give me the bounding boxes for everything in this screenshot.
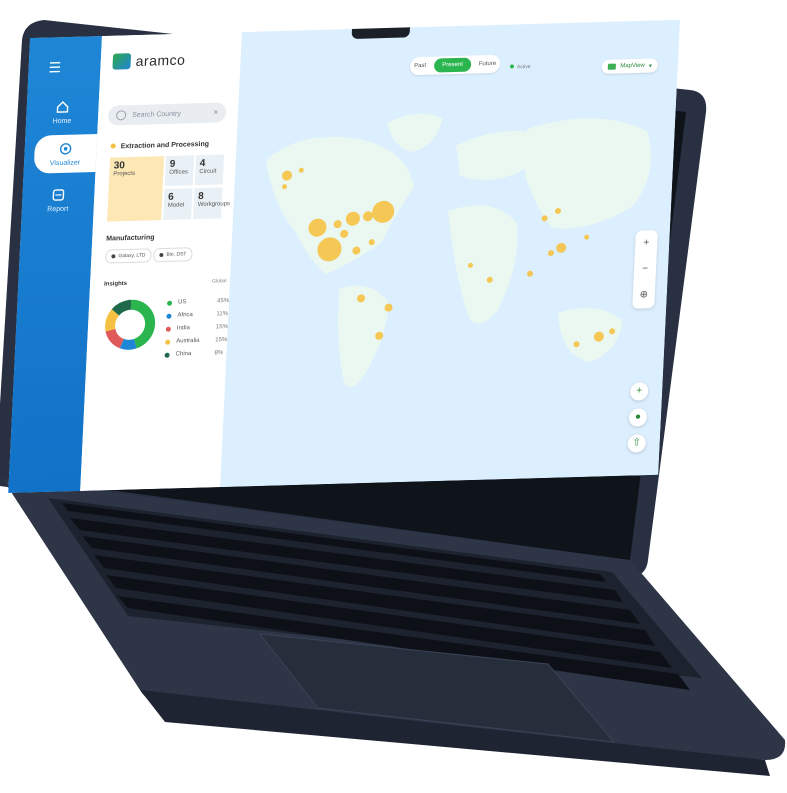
toggle-past[interactable]: Past xyxy=(414,63,426,69)
status-dot-icon xyxy=(110,143,116,149)
live-indicator: Active xyxy=(509,64,531,71)
tile-workgroups[interactable]: 8 Workgroups xyxy=(193,187,230,220)
brand-name: aramco xyxy=(135,51,186,70)
search-input[interactable]: Search Country × xyxy=(107,102,227,126)
rail-item-visualizer[interactable]: Visualizer xyxy=(33,133,98,174)
rail-item-label: Home xyxy=(52,117,72,126)
hamburger-icon[interactable]: ☰ xyxy=(48,59,61,76)
insights-scope: Global xyxy=(211,278,227,285)
map-icon xyxy=(608,63,617,70)
home-icon xyxy=(56,101,69,113)
map-type-dropdown[interactable]: MapView ▾ xyxy=(601,58,659,74)
legend-value: 15% xyxy=(215,337,228,344)
tile-projects[interactable]: 30 Projects xyxy=(107,156,165,222)
chip-galaxy[interactable]: Galaxy, LTD xyxy=(105,248,152,264)
world-map[interactable]: Past Present Future Active MapView ▾ + −… xyxy=(220,19,680,488)
chevron-down-icon: ▾ xyxy=(648,63,652,70)
legend-value: 8% xyxy=(214,350,224,357)
tile-model[interactable]: 6 Model xyxy=(163,188,193,221)
report-icon xyxy=(52,189,65,201)
tile-offices[interactable]: 9 Offices xyxy=(164,155,195,187)
toggle-present[interactable]: Present xyxy=(433,57,472,73)
aramco-logo-icon xyxy=(112,53,132,70)
time-toggle[interactable]: Past Present Future xyxy=(409,54,501,76)
insights-donut-chart xyxy=(105,299,156,350)
rail-item-label: Visualizer xyxy=(49,159,81,168)
map-markers xyxy=(282,167,616,348)
rail-item-label: Report xyxy=(47,205,69,214)
rail-item-report[interactable]: Report xyxy=(22,186,95,214)
search-icon xyxy=(115,110,127,121)
extraction-title: Extraction and Processing xyxy=(110,141,209,151)
legend-item: Africa xyxy=(166,312,193,319)
globe-icon[interactable]: ⊕ xyxy=(632,282,655,309)
rail-item-home[interactable]: Home xyxy=(26,98,99,126)
manufacturing-title: Manufacturing xyxy=(106,234,155,243)
side-panel: aramco Search Country × Extraction and P… xyxy=(80,32,242,491)
search-placeholder: Search Country xyxy=(131,110,181,119)
zoom-in-button[interactable]: + xyxy=(635,230,658,257)
legend-item: China xyxy=(164,351,191,358)
chip-bio[interactable]: Bio, DST xyxy=(153,247,193,263)
laptop-screen: ☰ Home Visualizer Report aramco Search C… xyxy=(8,19,681,494)
toggle-future[interactable]: Future xyxy=(479,61,497,67)
clear-icon[interactable]: × xyxy=(213,108,218,117)
tile-circuit[interactable]: 4 Circuit xyxy=(194,154,225,186)
legend-value: 45% xyxy=(216,298,230,305)
visualizer-icon xyxy=(59,143,72,155)
legend-item: India xyxy=(165,325,190,332)
legend-value: 15% xyxy=(215,324,228,331)
legend-item: Australia xyxy=(165,338,200,345)
zoom-out-button[interactable]: − xyxy=(633,256,656,283)
insights-title: Insights xyxy=(103,280,128,288)
zoom-controls: + − ⊕ xyxy=(632,230,658,309)
brand-logo: aramco xyxy=(112,51,186,70)
legend-item: US xyxy=(166,299,187,306)
app-window: ☰ Home Visualizer Report aramco Search C… xyxy=(8,19,681,494)
legend-value: 11% xyxy=(216,311,229,318)
